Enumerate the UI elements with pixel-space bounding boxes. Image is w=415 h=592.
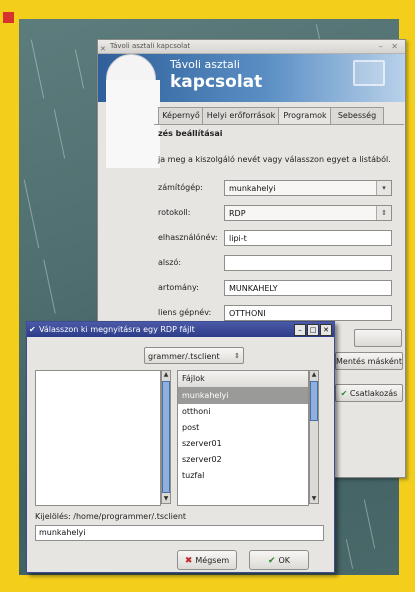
ok-label: OK bbox=[278, 556, 291, 565]
scroll-down-icon[interactable]: ▼ bbox=[310, 495, 318, 503]
places-scrollbar[interactable]: ▲ ▼ bbox=[161, 370, 171, 504]
tab-screen[interactable]: Képernyő bbox=[158, 107, 204, 124]
computer-value: munkahelyi bbox=[229, 184, 276, 193]
window-titlebar: ✕ Távoli asztali kapcsolat – ✕ bbox=[98, 40, 405, 54]
cancel-icon: ✖ bbox=[184, 556, 193, 566]
corner-mark bbox=[3, 12, 14, 23]
computer-label: zámítógép: bbox=[158, 183, 203, 192]
places-pane[interactable] bbox=[35, 370, 161, 506]
file-chooser-dialog: ✔ Válasszon ki megnyitásra egy RDP fájlt… bbox=[26, 321, 335, 573]
dialog-controls: – □ ✕ bbox=[294, 324, 332, 336]
window-title: Távoli asztali kapcsolat bbox=[110, 42, 191, 50]
tab-local-resources[interactable]: Helyi erőforrások bbox=[202, 107, 280, 124]
banner-line1: Távoli asztali bbox=[170, 58, 240, 71]
connect-label: Csatlakozás bbox=[349, 389, 398, 398]
username-label: elhasználónév: bbox=[158, 233, 218, 242]
file-item[interactable]: otthoni bbox=[178, 404, 308, 420]
password-label: alszó: bbox=[158, 258, 182, 267]
cancel-label: Mégsem bbox=[195, 556, 230, 565]
scroll-thumb[interactable] bbox=[310, 381, 318, 421]
file-item[interactable]: post bbox=[178, 420, 308, 436]
protocol-value: RDP bbox=[229, 209, 246, 218]
file-item[interactable]: tuzfal bbox=[178, 468, 308, 484]
section-title: zés beállításai bbox=[158, 129, 223, 138]
selection-input[interactable]: munkahelyi bbox=[35, 525, 324, 541]
window-controls[interactable]: – ✕ bbox=[379, 40, 401, 53]
save-as-button[interactable]: Mentés másként bbox=[335, 352, 403, 370]
tab-speed[interactable]: Sebesség bbox=[330, 107, 384, 124]
updown-arrow-icon: ⇕ bbox=[234, 352, 240, 360]
banner-line2: kapcsolat bbox=[170, 72, 263, 92]
path-value: grammer/.tsclient bbox=[148, 352, 220, 361]
password-field[interactable] bbox=[224, 255, 392, 271]
connect-button[interactable]: ✔ Csatlakozás bbox=[335, 384, 403, 402]
selection-label: Kijelölés: /home/programmer/.tsclient bbox=[35, 512, 187, 521]
ok-icon: ✔ bbox=[267, 556, 276, 566]
client-hostname-label: liens gépnév: bbox=[158, 308, 212, 317]
dialog-titlebar: ✔ Válasszon ki megnyitásra egy RDP fájlt… bbox=[27, 322, 334, 337]
updown-arrow-icon[interactable]: ⇕ bbox=[376, 206, 391, 220]
blank-button[interactable] bbox=[354, 329, 402, 347]
hint-text: ja meg a kiszolgáló nevét vagy válasszon… bbox=[158, 155, 391, 164]
dialog-menu-icon[interactable]: ✔ bbox=[29, 322, 36, 337]
files-column-header[interactable]: Fájlok bbox=[178, 371, 308, 388]
scroll-down-icon[interactable]: ▼ bbox=[162, 495, 170, 503]
files-scrollbar[interactable]: ▲ ▼ bbox=[309, 370, 319, 504]
path-selector[interactable]: grammer/.tsclient ⇕ bbox=[144, 347, 244, 364]
chevron-down-icon[interactable]: ▾ bbox=[376, 181, 391, 195]
scroll-up-icon[interactable]: ▲ bbox=[162, 371, 170, 379]
connect-icon: ✔ bbox=[340, 389, 348, 398]
ok-button[interactable]: ✔ OK bbox=[249, 550, 309, 570]
protocol-label: rotokoll: bbox=[158, 208, 191, 217]
domain-label: artomány: bbox=[158, 283, 199, 292]
scroll-thumb[interactable] bbox=[162, 381, 170, 493]
protocol-select[interactable]: RDP ⇕ bbox=[224, 205, 392, 221]
domain-field[interactable]: MUNKAHELY bbox=[224, 280, 392, 296]
cancel-button[interactable]: ✖ Mégsem bbox=[177, 550, 237, 570]
maximize-icon[interactable]: □ bbox=[307, 324, 319, 336]
file-item[interactable]: szerver01 bbox=[178, 436, 308, 452]
client-hostname-field[interactable]: OTTHONI bbox=[224, 305, 392, 321]
file-list: Fájlok munkahelyi otthoni post szerver01… bbox=[177, 370, 309, 506]
close-icon[interactable]: ✕ bbox=[320, 324, 332, 336]
username-field[interactable]: lipi-t bbox=[224, 230, 392, 246]
tab-programs[interactable]: Programok bbox=[278, 107, 332, 125]
file-item[interactable]: szerver02 bbox=[178, 452, 308, 468]
minimize-icon[interactable]: – bbox=[294, 324, 306, 336]
monitor-icon bbox=[353, 60, 385, 86]
computer-combo[interactable]: munkahelyi ▾ bbox=[224, 180, 392, 196]
file-item[interactable]: munkahelyi bbox=[178, 388, 308, 404]
scroll-up-icon[interactable]: ▲ bbox=[310, 371, 318, 379]
dialog-title: Válasszon ki megnyitásra egy RDP fájlt bbox=[39, 325, 195, 334]
side-panel bbox=[106, 80, 160, 168]
